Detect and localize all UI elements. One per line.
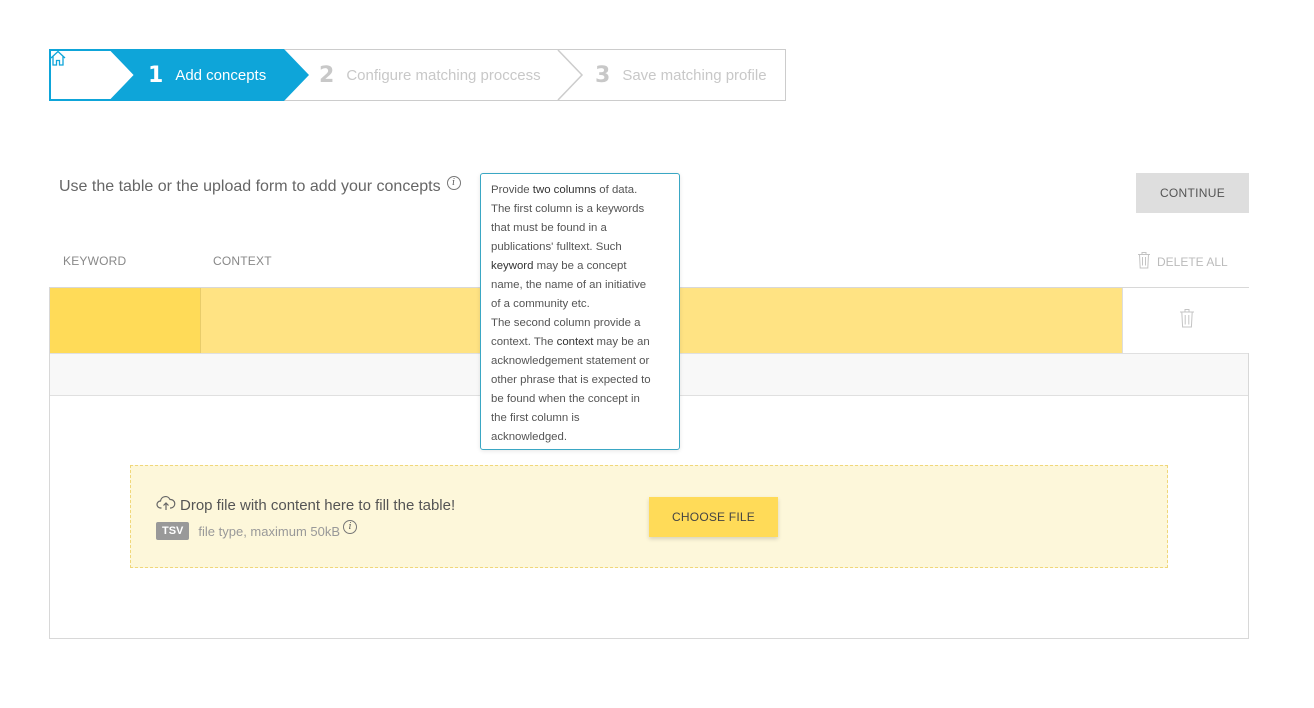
delete-all-label: DELETE ALL — [1157, 254, 1228, 269]
tooltip-text: that must be found in a — [491, 222, 607, 234]
tooltip-line: be found when the concept in — [491, 390, 669, 409]
step-label: Save matching profile — [622, 66, 767, 84]
tooltip-text: be found when the concept in — [491, 393, 640, 405]
column-header-context: CONTEXT — [213, 254, 272, 268]
tooltip-line: keyword may be a concept — [491, 257, 669, 276]
tooltip-line: acknowledgement statement or — [491, 352, 669, 371]
tooltip-text: name, the name of an initiative — [491, 279, 647, 291]
tooltip-line: that must be found in a — [491, 219, 669, 238]
delete-row-button[interactable] — [1122, 288, 1250, 353]
drop-text-row: Drop file with content here to fill the … — [156, 495, 455, 515]
tooltip-emphasis: keyword — [491, 260, 534, 272]
drop-text: Drop file with content here to fill the … — [180, 496, 456, 514]
tooltip-text: acknowledged. — [491, 431, 567, 443]
info-icon[interactable]: i — [343, 520, 358, 534]
tooltip-line: The first column is a keywords — [491, 200, 669, 219]
file-info-text: file type, maximum 50kB — [198, 523, 341, 539]
home-button[interactable] — [49, 49, 119, 101]
step-number: 2 — [319, 62, 335, 88]
tooltip-text: may be a concept — [533, 260, 627, 272]
tooltip-text: The second column provide a — [491, 317, 641, 329]
cloud-upload-icon — [156, 495, 180, 515]
step-label: Add concepts — [175, 66, 267, 84]
file-type-badge: TSV — [156, 522, 190, 540]
tooltip-line: of a community etc. — [491, 295, 669, 314]
step-number: 3 — [595, 62, 611, 88]
tooltip-text: of a community etc. — [491, 298, 590, 310]
tooltip-line: Provide two columns of data. — [491, 181, 669, 200]
tooltip-line: publications' fulltext. Such — [491, 238, 669, 257]
tooltip-line: other phrase that is expected to — [491, 371, 669, 390]
step-add-concepts[interactable]: 1 Add concepts — [148, 49, 266, 101]
tooltip-line: acknowledged. — [491, 428, 669, 447]
tooltip-emphasis: context — [556, 336, 594, 348]
tooltip-text: publications' fulltext. Such — [491, 241, 622, 253]
tooltip-text: context. The — [491, 336, 557, 348]
tooltip-text: The first column is a keywords — [491, 203, 645, 215]
file-info-row: TSV file type, maximum 50kB i — [156, 520, 358, 540]
continue-button[interactable]: CONTINUE — [1136, 173, 1249, 213]
stepper: 1 Add concepts 2 Configure matching proc… — [49, 49, 786, 101]
info-icon[interactable]: i — [446, 176, 461, 190]
tooltip-text: Provide — [491, 184, 533, 196]
step-number: 1 — [148, 62, 164, 88]
tooltip-text: of data. — [596, 184, 638, 196]
tooltip-text: acknowledgement statement or — [491, 355, 650, 367]
tooltip-text: the first column is — [491, 412, 580, 424]
step-label: Configure matching proccess — [346, 66, 541, 84]
tooltip-text: may be an — [593, 336, 650, 348]
trash-icon — [1137, 251, 1151, 272]
keyword-cell[interactable] — [50, 288, 200, 353]
trash-icon — [1179, 308, 1195, 333]
tooltip-emphasis: two columns — [532, 184, 597, 196]
intro-text-row: Use the table or the upload form to add … — [59, 176, 461, 196]
tooltip-line: name, the name of an initiative — [491, 276, 669, 295]
step-configure-matching[interactable]: 2 Configure matching proccess — [319, 49, 541, 101]
tooltip-line: the first column is — [491, 409, 669, 428]
tooltip-text: other phrase that is expected to — [491, 374, 651, 386]
file-drop-zone[interactable]: Drop file with content here to fill the … — [130, 465, 1168, 568]
tooltip-line: context. The context may be an — [491, 333, 669, 352]
concepts-info-tooltip: Provide two columns of data. The first co… — [480, 173, 680, 450]
choose-file-button[interactable]: CHOOSE FILE — [649, 497, 778, 537]
step-save-profile[interactable]: 3 Save matching profile — [595, 49, 767, 101]
column-header-keyword: KEYWORD — [63, 254, 127, 268]
tooltip-line: The second column provide a — [491, 314, 669, 333]
delete-all-button[interactable]: DELETE ALL — [1137, 251, 1228, 272]
intro-text: Use the table or the upload form to add … — [59, 178, 441, 195]
